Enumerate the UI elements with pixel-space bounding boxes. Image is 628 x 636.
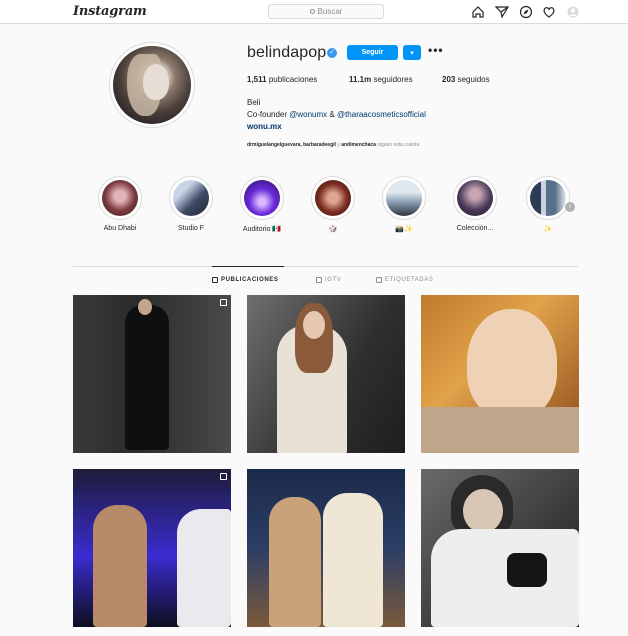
more-options-icon[interactable]: ••• bbox=[428, 44, 444, 59]
followed-by-last: andimenchaca bbox=[341, 142, 376, 148]
highlight-label: Abu Dhabi bbox=[103, 225, 137, 232]
post-4[interactable] bbox=[73, 469, 231, 627]
profile-website-link[interactable]: wonu.mx bbox=[247, 122, 282, 131]
highlight-cover bbox=[244, 180, 280, 216]
followed-by-suffix: siguen esta cuenta bbox=[375, 142, 420, 148]
tab-etiquetadas[interactable]: ETIQUETADAS bbox=[376, 277, 434, 283]
follow-button[interactable]: Seguir bbox=[347, 45, 398, 60]
explore-icon[interactable] bbox=[519, 5, 533, 19]
profile-full-name: Beli bbox=[247, 98, 261, 107]
highlight-label: ✨ bbox=[543, 226, 553, 233]
suggested-dropdown-button[interactable]: ▾ bbox=[403, 45, 421, 60]
highlights-next-icon[interactable]: › bbox=[565, 202, 575, 212]
highlight-auditorio[interactable]: Auditorio 🇲🇽 bbox=[232, 176, 292, 233]
tab-label: IGTV bbox=[325, 277, 342, 283]
bio-mention-wonumx[interactable]: @wonumx bbox=[289, 110, 327, 119]
profile-icon[interactable] bbox=[566, 5, 580, 19]
tab-igtv[interactable]: IGTV bbox=[316, 277, 341, 283]
home-icon[interactable] bbox=[471, 5, 485, 19]
tab-publicaciones[interactable]: PUBLICACIONES bbox=[212, 277, 278, 283]
posts-label: publicaciones bbox=[268, 75, 318, 84]
followed-by-names: drmiguelangelguevara, barbaradeegil bbox=[247, 142, 336, 148]
tabs-divider bbox=[73, 266, 578, 267]
bio-and: & bbox=[327, 110, 337, 119]
posts-count: 1,511 publicaciones bbox=[247, 75, 317, 84]
tab-label: PUBLICACIONES bbox=[221, 277, 279, 283]
post-2[interactable] bbox=[247, 295, 405, 453]
following-count[interactable]: 203 seguidos bbox=[442, 75, 490, 84]
followers-count-value: 11.1m bbox=[349, 75, 372, 84]
active-tab-indicator bbox=[212, 266, 284, 267]
following-label: seguidos bbox=[457, 75, 490, 84]
following-count-value: 203 bbox=[442, 75, 456, 84]
highlight-studio-f[interactable]: Studio F bbox=[161, 176, 221, 232]
followers-label: seguidores bbox=[373, 75, 413, 84]
activity-icon[interactable] bbox=[542, 5, 556, 19]
tab-label: ETIQUETADAS bbox=[385, 277, 434, 283]
highlight-coleccion[interactable]: Colección... bbox=[445, 176, 505, 232]
highlight-cover bbox=[173, 180, 209, 216]
highlight-cover bbox=[457, 180, 493, 216]
highlight-label: 🎲 bbox=[328, 226, 338, 233]
highlight-cover bbox=[386, 180, 422, 216]
highlight-cover bbox=[102, 180, 138, 216]
search-icon bbox=[309, 9, 315, 14]
carousel-icon bbox=[220, 473, 227, 480]
direct-icon[interactable] bbox=[495, 5, 509, 19]
posts-count-value: 1,511 bbox=[247, 75, 267, 84]
highlight-camera[interactable]: 📸✨ bbox=[374, 176, 434, 233]
post-6[interactable] bbox=[421, 469, 579, 627]
highlight-label: Colección... bbox=[456, 225, 494, 232]
igtv-icon bbox=[316, 277, 322, 283]
highlight-label: Auditorio 🇲🇽 bbox=[242, 226, 282, 233]
profile-bio: Co-founder @wonumx & @tharaacosmeticsoff… bbox=[247, 110, 426, 119]
post-3[interactable] bbox=[421, 295, 579, 453]
search-placeholder: Buscar bbox=[317, 7, 343, 16]
highlight-label: Studio F bbox=[177, 225, 205, 232]
post-1[interactable] bbox=[73, 295, 231, 453]
bio-mention-tharaa[interactable]: @tharaacosmeticsofficial bbox=[337, 110, 426, 119]
grid-icon bbox=[212, 277, 218, 283]
instagram-logo[interactable]: Instagram bbox=[73, 4, 147, 19]
highlight-cover bbox=[530, 180, 566, 216]
top-navigation-bar: Instagram Buscar bbox=[0, 0, 628, 24]
bio-text: Co-founder bbox=[247, 110, 290, 119]
search-input[interactable]: Buscar bbox=[268, 4, 384, 19]
profile-avatar[interactable] bbox=[113, 46, 191, 124]
highlight-label: 📸✨ bbox=[395, 226, 413, 233]
profile-username: belindapop bbox=[247, 44, 327, 61]
highlight-cover bbox=[315, 180, 351, 216]
followers-count[interactable]: 11.1m seguidores bbox=[349, 75, 413, 84]
highlight-dice[interactable]: 🎲 bbox=[303, 176, 363, 233]
post-5[interactable] bbox=[247, 469, 405, 627]
tagged-icon bbox=[376, 277, 382, 283]
followed-by-text[interactable]: drmiguelangelguevara, barbaradeegil y an… bbox=[247, 142, 419, 148]
highlight-abu-dhabi[interactable]: Abu Dhabi bbox=[90, 176, 150, 232]
carousel-icon bbox=[220, 299, 227, 306]
verified-badge-icon: ✓ bbox=[327, 48, 337, 58]
